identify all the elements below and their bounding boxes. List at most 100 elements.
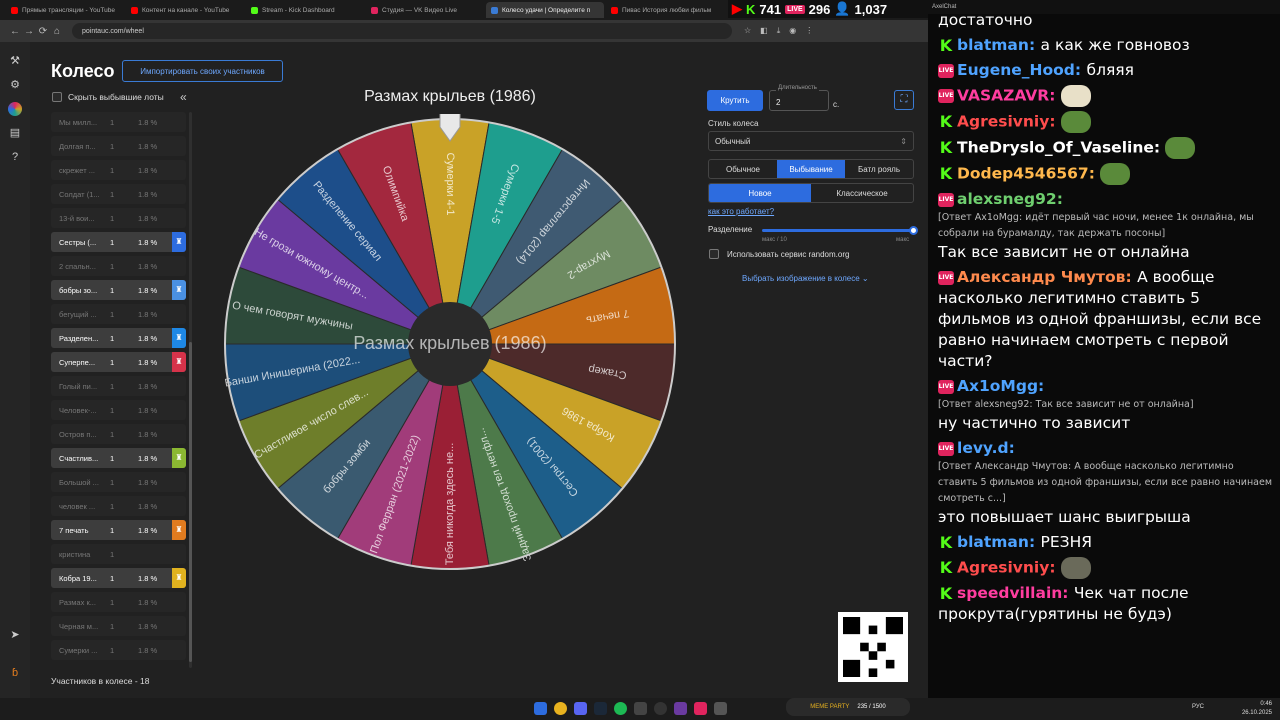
lot-item[interactable]: бобры зо... 1 1.8 % ♜: [51, 280, 186, 300]
wheel-icon[interactable]: [8, 102, 22, 116]
chat-username[interactable]: levy.d: [957, 439, 1009, 457]
browser-tab[interactable]: Пивас История любви фильм: [606, 2, 724, 18]
language-indicator[interactable]: РУС: [1192, 704, 1204, 710]
browser-tab[interactable]: Прямые трансляции - YouTube: [6, 2, 124, 18]
lot-item[interactable]: Суперпе... 1 1.8 % ♜: [51, 352, 186, 372]
lot-item[interactable]: Остров п... 1 1.8 %: [51, 424, 186, 444]
lot-item[interactable]: Сестры (... 1 1.8 % ♜: [51, 232, 186, 252]
browser-tab[interactable]: Stream - Kick Dashboard: [246, 2, 364, 18]
lot-item[interactable]: Мы милл... 1 1.8 %: [51, 112, 186, 132]
chat-username[interactable]: VASAZAVR: [957, 87, 1049, 105]
kick-badge-icon: K: [939, 138, 953, 157]
lot-trophy-icon[interactable]: ♜: [172, 352, 186, 372]
browser-tab[interactable]: Колесо удачи | Определите п: [486, 2, 604, 18]
lot-item[interactable]: Разделен... 1 1.8 % ♜: [51, 328, 186, 348]
chat-username[interactable]: alexsneg92: [957, 190, 1057, 208]
lot-item[interactable]: бегущий ... 1 1.8 %: [51, 304, 186, 324]
chrome-icon[interactable]: [554, 702, 567, 715]
random-org-toggle[interactable]: Использовать сервис random.org: [708, 249, 849, 259]
fortune-wheel[interactable]: Сумерки 4-1 Сумерки 1-5Интерстеллар (2014…: [220, 114, 680, 574]
chat-username[interactable]: Александр Чмутов: [957, 268, 1126, 286]
gear-icon[interactable]: ⚙: [8, 78, 22, 92]
auction-icon[interactable]: ⚒: [8, 54, 22, 68]
mode-option[interactable]: Батл рояль: [845, 160, 913, 178]
lot-item[interactable]: Солдат (1... 1 1.8 %: [51, 184, 186, 204]
lot-trophy-icon[interactable]: ♜: [172, 280, 186, 300]
start-icon[interactable]: [534, 702, 547, 715]
lot-item[interactable]: человек ... 1 1.8 %: [51, 496, 186, 516]
chat-username[interactable]: Dodep4546567: [957, 165, 1089, 183]
browser-tab[interactable]: Студия — VK Видео Live: [366, 2, 484, 18]
variant-option[interactable]: Классическое: [811, 184, 913, 202]
lot-item[interactable]: скрежет ... 1 1.8 %: [51, 160, 186, 180]
brand-icon[interactable]: ɓ: [8, 666, 22, 680]
lot-trophy-icon[interactable]: ♜: [172, 520, 186, 540]
chat-username[interactable]: speedvillain: [957, 584, 1062, 602]
app-icon[interactable]: [674, 702, 687, 715]
mode-option[interactable]: Обычное: [709, 160, 777, 178]
lot-item[interactable]: Черная м... 1 1.8 %: [51, 616, 186, 636]
pick-image-link[interactable]: Выбрать изображение в колесе ⌄: [742, 274, 869, 283]
random-org-checkbox[interactable]: [709, 249, 719, 259]
chat-username[interactable]: Agresivniy: [957, 559, 1049, 577]
import-button[interactable]: Импортировать своих участников: [122, 60, 283, 82]
fullscreen-icon[interactable]: ⛶: [894, 90, 914, 110]
lot-trophy-icon[interactable]: ♜: [172, 568, 186, 588]
lot-item[interactable]: Кобра 19... 1 1.8 % ♜: [51, 568, 186, 588]
steam-icon[interactable]: [594, 702, 607, 715]
history-icon[interactable]: ▤: [8, 126, 22, 140]
home-icon[interactable]: ⌂: [50, 26, 64, 37]
mode-option[interactable]: Выбывание: [777, 160, 845, 178]
app-active-icon[interactable]: [694, 702, 707, 715]
lot-item[interactable]: Человек-... 1 1.8 %: [51, 400, 186, 420]
lot-item[interactable]: Сумерки ... 1 1.8 %: [51, 640, 186, 660]
download-icon[interactable]: ⤓: [777, 26, 781, 36]
browser-tab[interactable]: Контент на канале - YouTube: [126, 2, 244, 18]
lot-item[interactable]: Счастлив... 1 1.8 % ♜: [51, 448, 186, 468]
help-icon[interactable]: ?: [8, 150, 22, 164]
telegram-icon[interactable]: ➤: [8, 628, 22, 642]
lot-item[interactable]: Долгая п... 1 1.8 %: [51, 136, 186, 156]
chat-username[interactable]: Eugene_Hood: [957, 61, 1075, 79]
spotify-icon[interactable]: [614, 702, 627, 715]
wheel-style-select[interactable]: Обычный ⇕: [708, 131, 914, 151]
app2-icon[interactable]: [714, 702, 727, 715]
lot-item[interactable]: Размах к... 1 1.8 %: [51, 592, 186, 612]
lot-item[interactable]: кристина 1: [51, 544, 186, 564]
chat-username[interactable]: Ax1oMgg: [957, 377, 1038, 395]
chat-username[interactable]: blatman: [957, 533, 1029, 551]
lot-item[interactable]: 7 печать 1 1.8 % ♜: [51, 520, 186, 540]
lot-item[interactable]: Голый пи... 1 1.8 %: [51, 376, 186, 396]
discord-icon[interactable]: [574, 702, 587, 715]
lot-item[interactable]: 2 спальн... 1 1.8 %: [51, 256, 186, 276]
lot-item[interactable]: Большой ... 1 1.8 %: [51, 472, 186, 492]
split-slider[interactable]: [762, 226, 918, 235]
menu-icon[interactable]: ⋮: [805, 26, 813, 36]
hide-checkbox[interactable]: [52, 92, 62, 102]
lot-trophy-icon[interactable]: ♜: [172, 232, 186, 252]
clock[interactable]: 0:46 26.10.2025: [1242, 700, 1272, 718]
how-it-works-link[interactable]: как это работает?: [708, 207, 774, 216]
spin-button[interactable]: Крутить: [707, 90, 763, 111]
lot-trophy-icon[interactable]: ♜: [172, 448, 186, 468]
collapse-icon[interactable]: «: [180, 90, 187, 104]
chat-username[interactable]: blatman: [957, 36, 1029, 54]
profile-icon[interactable]: ◉: [789, 26, 796, 36]
lot-item[interactable]: 13-й вои... 1 1.8 %: [51, 208, 186, 228]
forward-icon[interactable]: →: [22, 26, 36, 37]
extension-icon[interactable]: ◧: [760, 26, 768, 36]
chat-username[interactable]: Agresivniy: [957, 113, 1049, 131]
variant-option[interactable]: Новое: [709, 184, 811, 202]
slider-handle[interactable]: [909, 226, 918, 235]
explorer-icon[interactable]: [634, 702, 647, 715]
lots-scrollbar[interactable]: [189, 112, 192, 668]
bookmark-icon[interactable]: ☆: [744, 26, 751, 36]
chat-username[interactable]: TheDryslo_Of_Vaseline: [957, 139, 1154, 157]
obs-icon[interactable]: [654, 702, 667, 715]
reload-icon[interactable]: ⟳: [36, 26, 50, 37]
back-icon[interactable]: ←: [8, 26, 22, 37]
duration-input[interactable]: 2: [769, 90, 829, 111]
lot-trophy-icon[interactable]: ♜: [172, 328, 186, 348]
address-input[interactable]: pointauc.com/wheel: [72, 23, 732, 39]
hide-eliminated-toggle[interactable]: Скрыть выбывшие лоты: [52, 92, 164, 102]
